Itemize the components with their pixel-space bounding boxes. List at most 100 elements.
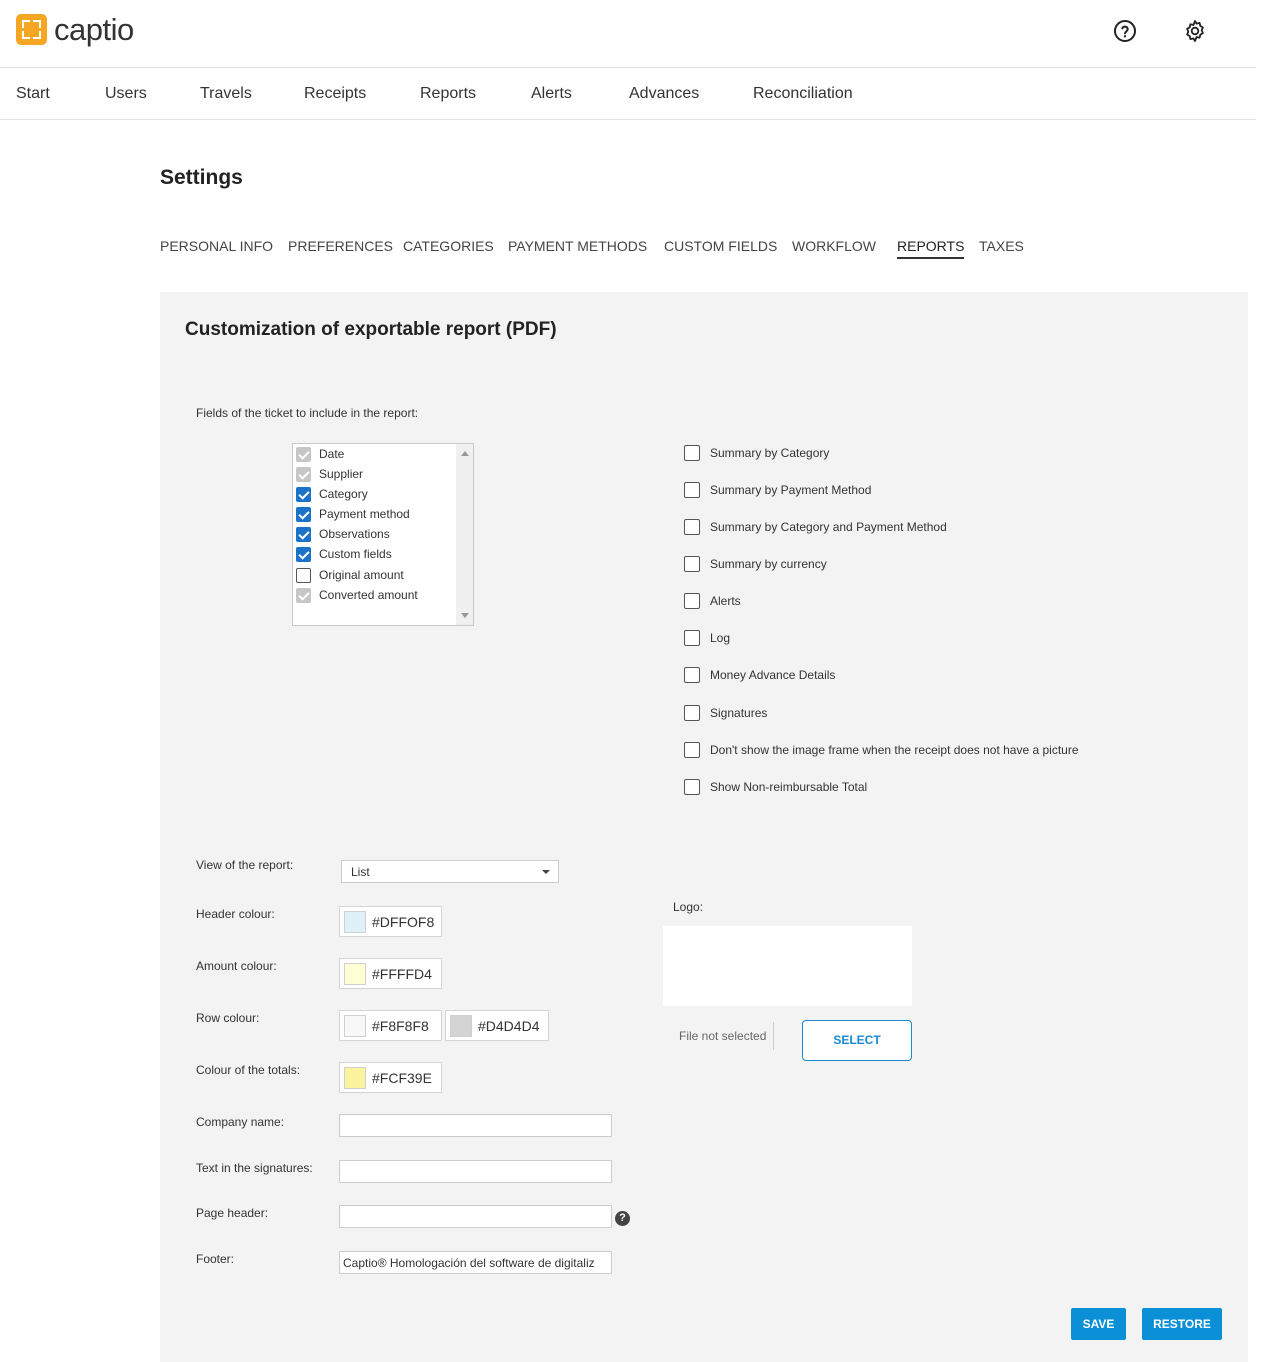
restore-button[interactable]: RESTORE	[1142, 1308, 1222, 1340]
field-item[interactable]: Date	[296, 444, 344, 464]
header-colour-picker[interactable]: #DFFOF8	[339, 906, 442, 937]
nav-reconciliation[interactable]: Reconciliation	[753, 85, 853, 103]
signatures-text-input[interactable]	[339, 1160, 612, 1183]
option-summary-by-category[interactable]: Summary by Category	[684, 443, 829, 463]
field-item[interactable]: Payment method	[296, 504, 410, 524]
checkbox[interactable]	[296, 466, 311, 482]
nav-travels[interactable]: Travels	[200, 85, 252, 103]
checkbox[interactable]	[684, 630, 700, 646]
checkbox[interactable]	[684, 482, 700, 498]
company-name-input[interactable]	[339, 1114, 612, 1137]
tab-preferences[interactable]: PREFERENCES	[288, 238, 393, 254]
view-select-value: List	[351, 865, 370, 879]
checkbox[interactable]	[684, 779, 700, 795]
nav-reports[interactable]: Reports	[420, 85, 476, 103]
option-log[interactable]: Log	[684, 628, 730, 648]
tab-payment-methods[interactable]: PAYMENT METHODS	[508, 238, 647, 254]
checkbox[interactable]	[296, 486, 311, 502]
nav-receipts[interactable]: Receipts	[304, 85, 366, 103]
question-mark-icon[interactable]: ?	[615, 1211, 630, 1226]
checkbox[interactable]	[684, 667, 700, 683]
field-item[interactable]: Supplier	[296, 464, 363, 484]
nav-users[interactable]: Users	[105, 85, 147, 103]
option-summary-by-category-and-payment[interactable]: Summary by Category and Payment Method	[684, 517, 947, 537]
option-hide-image-frame[interactable]: Don't show the image frame when the rece…	[684, 740, 1079, 760]
scroll-down-arrow-icon[interactable]	[461, 613, 469, 618]
select-logo-button[interactable]: SELECT	[802, 1020, 912, 1061]
nav-advances[interactable]: Advances	[629, 85, 699, 103]
listbox-scrollbar[interactable]	[456, 444, 473, 625]
amount-colour-picker[interactable]: #FFFFD4	[339, 958, 442, 989]
tab-reports[interactable]: REPORTS	[897, 238, 965, 259]
checkbox[interactable]	[296, 506, 311, 522]
row-colour-picker-2[interactable]: #D4D4D4	[445, 1010, 549, 1041]
checkbox[interactable]	[684, 519, 700, 535]
field-item[interactable]: Observations	[296, 524, 390, 544]
option-summary-by-currency[interactable]: Summary by currency	[684, 554, 827, 574]
fields-listbox[interactable]: Date Supplier Category Payment method Ob…	[292, 443, 474, 626]
checkbox[interactable]	[296, 587, 311, 603]
divider	[773, 1022, 774, 1050]
view-label: View of the report:	[196, 858, 294, 872]
field-item[interactable]: Original amount	[296, 565, 404, 585]
option-signatures[interactable]: Signatures	[684, 703, 767, 723]
fields-label: Fields of the ticket to include in the r…	[196, 406, 419, 420]
totals-colour-label: Colour of the totals:	[196, 1063, 301, 1077]
logo-text: captio	[54, 12, 134, 47]
help-circle-icon[interactable]	[1113, 19, 1137, 43]
page-header-input[interactable]	[339, 1205, 612, 1228]
signatures-text-label: Text in the signatures:	[196, 1161, 313, 1175]
option-show-non-reimbursable-total[interactable]: Show Non-reimbursable Total	[684, 777, 867, 797]
row-colour-picker-1[interactable]: #F8F8F8	[339, 1010, 442, 1041]
captio-logo-icon	[16, 14, 47, 45]
nav-alerts[interactable]: Alerts	[531, 85, 572, 103]
scroll-up-arrow-icon[interactable]	[461, 451, 469, 456]
main-nav: Start Users Travels Receipts Reports Ale…	[0, 69, 1256, 120]
option-summary-by-payment-method[interactable]: Summary by Payment Method	[684, 480, 871, 500]
color-swatch	[344, 910, 366, 933]
panel-title: Customization of exportable report (PDF)	[185, 319, 557, 340]
footer-input[interactable]: Captio® Homologación del software de dig…	[339, 1251, 612, 1274]
amount-colour-label: Amount colour:	[196, 959, 277, 973]
checkbox[interactable]	[684, 556, 700, 572]
tab-custom-fields[interactable]: CUSTOM FIELDS	[664, 238, 777, 254]
captio-logo[interactable]: captio	[16, 14, 134, 45]
color-swatch	[344, 1014, 366, 1037]
color-swatch	[344, 962, 366, 985]
tab-personal-info[interactable]: PERSONAL INFO	[160, 238, 273, 254]
field-item[interactable]: Category	[296, 484, 368, 504]
checkbox[interactable]	[684, 445, 700, 461]
top-bar: captio	[0, 0, 1256, 68]
tab-taxes[interactable]: TAXES	[979, 238, 1024, 254]
checkbox[interactable]	[296, 567, 311, 583]
page-header-label: Page header:	[196, 1206, 269, 1220]
checkbox[interactable]	[684, 742, 700, 758]
header-colour-label: Header colour:	[196, 907, 275, 921]
checkbox[interactable]	[684, 705, 700, 721]
report-customization-panel: Customization of exportable report (PDF)…	[160, 292, 1248, 1362]
footer-label: Footer:	[196, 1252, 235, 1266]
gear-icon[interactable]	[1183, 19, 1207, 43]
field-item[interactable]: Converted amount	[296, 585, 418, 605]
checkbox[interactable]	[296, 546, 311, 562]
file-status: File not selected	[679, 1029, 767, 1043]
logo-preview	[663, 926, 912, 1006]
nav-start[interactable]: Start	[16, 85, 50, 103]
row-colour-label: Row colour:	[196, 1011, 260, 1025]
option-alerts[interactable]: Alerts	[684, 591, 741, 611]
page-title: Settings	[160, 166, 243, 189]
logo-label: Logo:	[673, 900, 704, 914]
totals-colour-picker[interactable]: #FCF39E	[339, 1062, 442, 1093]
option-money-advance-details[interactable]: Money Advance Details	[684, 665, 835, 685]
checkbox[interactable]	[296, 526, 311, 542]
view-select[interactable]: List	[341, 860, 559, 883]
checkbox[interactable]	[684, 593, 700, 609]
checkbox[interactable]	[296, 446, 311, 462]
company-name-label: Company name:	[196, 1115, 285, 1129]
tab-workflow[interactable]: WORKFLOW	[792, 238, 876, 254]
color-swatch	[450, 1014, 472, 1037]
color-swatch	[344, 1066, 366, 1089]
tab-categories[interactable]: CATEGORIES	[403, 238, 494, 254]
field-item[interactable]: Custom fields	[296, 544, 392, 564]
save-button[interactable]: SAVE	[1071, 1308, 1126, 1340]
